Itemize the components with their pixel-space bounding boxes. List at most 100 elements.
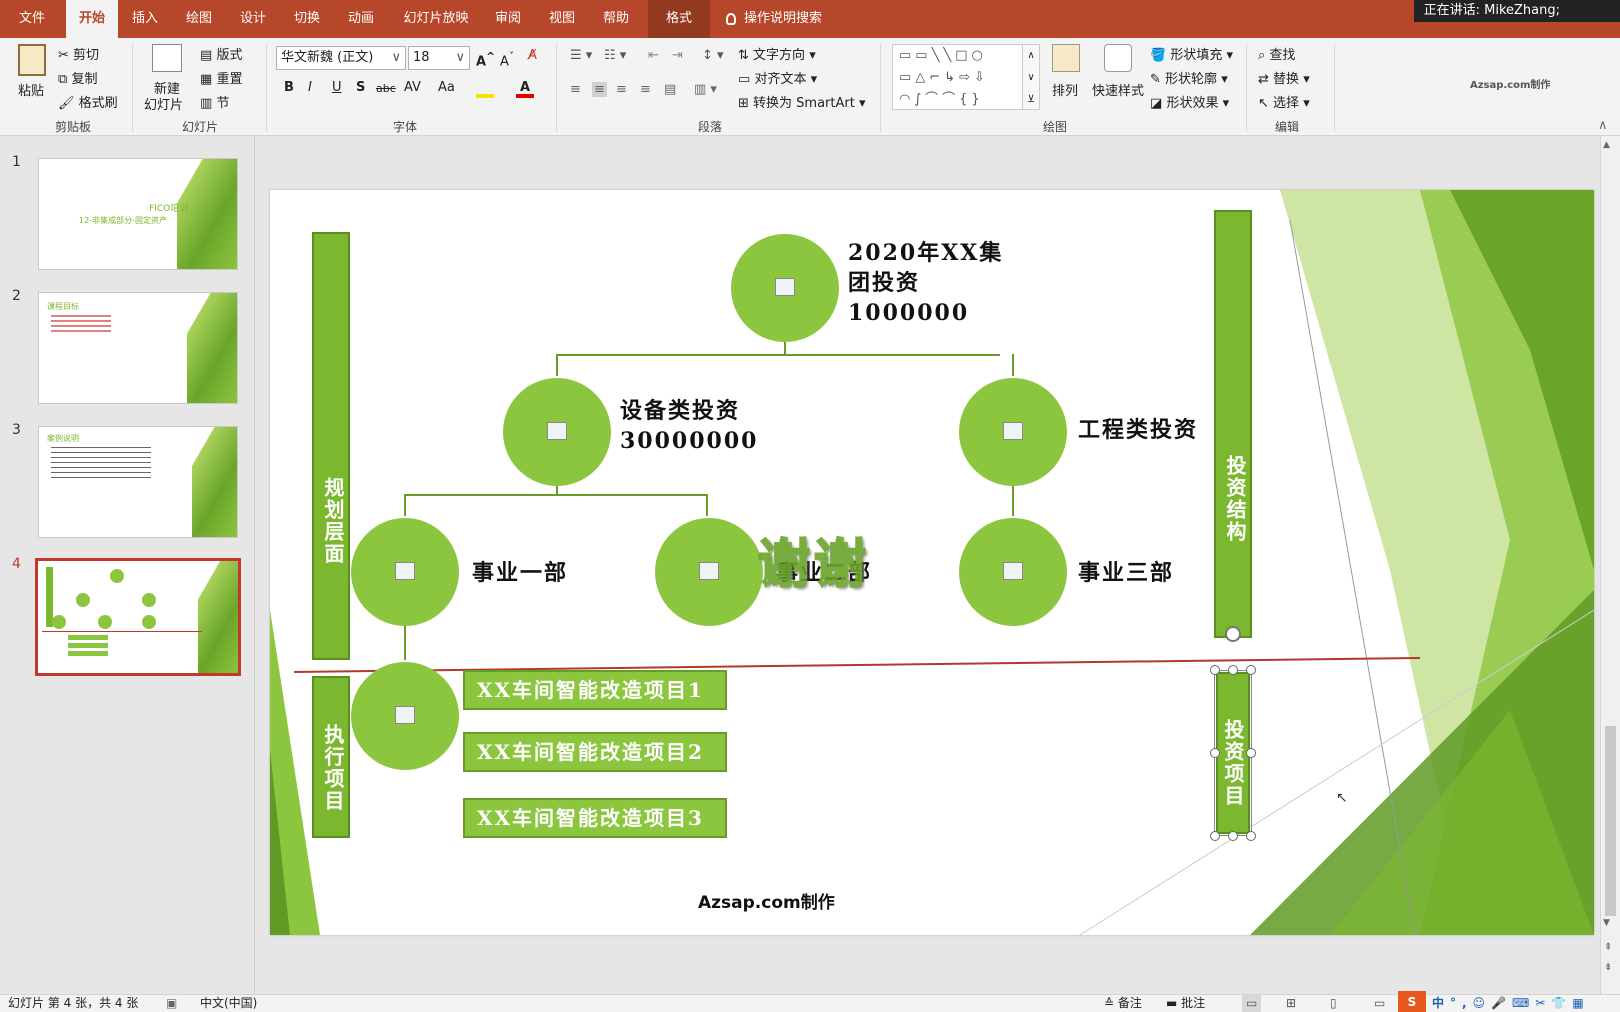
line-spacing-icon[interactable]: ↕ ▾ [702,48,724,63]
italic-button[interactable]: I [308,80,312,95]
org-node-execution[interactable] [351,662,459,770]
shadow-button[interactable]: S [356,80,365,95]
project-box-2[interactable]: XX车间智能改造项目2 [463,732,727,772]
tab-draw[interactable]: 绘图 [174,0,224,38]
tab-format[interactable]: 格式 [648,0,710,38]
notes-button[interactable]: ≙ 备注 [1104,995,1142,1012]
new-slide-label-2[interactable]: 幻灯片 [144,94,183,113]
planning-level-bar[interactable]: 规划层面 [312,232,350,660]
prev-slide-icon[interactable]: ⇞ [1604,942,1612,953]
numbering-icon[interactable]: ☷ ▾ [604,48,626,63]
font-color-icon[interactable]: A [516,81,534,98]
char-spacing-button[interactable]: AV [404,80,421,95]
justify-icon[interactable]: ≡ [640,82,651,97]
slide-thumbnail-1[interactable]: FICO培训 12-非集成部分-固定资产 [38,158,238,270]
project-box-1[interactable]: XX车间智能改造项目1 [463,670,727,710]
increase-indent-icon[interactable]: ⇥ [672,48,683,63]
strikethrough-button[interactable]: abc [376,82,396,95]
align-left-icon[interactable]: ≡ [570,82,581,97]
tab-help[interactable]: 帮助 [592,0,640,38]
org-node-equipment[interactable] [503,378,611,486]
org-node-dept2[interactable] [655,518,763,626]
resize-handle[interactable] [1246,665,1256,675]
shapes-gallery[interactable]: ▭▭╲╲□○ ▭△⌐↳⇨⇩ ◠∫⌒⌒{} [892,44,1032,110]
resize-handle[interactable] [1228,831,1238,841]
font-size-combo[interactable]: 18 ∨ [408,46,470,70]
org-node-dept1[interactable] [351,518,459,626]
org-node-root[interactable] [731,234,839,342]
tab-insert[interactable]: 插入 [120,0,170,38]
slide-thumbnail-2[interactable]: 课程目标 [38,292,238,404]
copy-button[interactable]: ⧉ 复制 [58,68,97,87]
tab-file[interactable]: 文件 [8,0,56,38]
slide-sorter-icon[interactable]: ⊞ [1286,995,1296,1012]
tab-review[interactable]: 审阅 [484,0,532,38]
ime-toolbar[interactable]: 中°,☺🎤⌨✂👕▦ [1432,995,1590,1012]
align-right-icon[interactable]: ≡ [616,82,627,97]
normal-view-icon[interactable]: ▭ [1242,995,1262,1012]
tab-home[interactable]: 开始 [66,0,118,38]
resize-handle[interactable] [1210,831,1220,841]
replace-button[interactable]: ⇄ 替换 ▾ [1258,68,1310,87]
shape-effects-button[interactable]: ◪ 形状效果 ▾ [1150,92,1229,111]
layout-button[interactable]: ▤ 版式 [200,44,242,63]
format-painter-button[interactable]: 🖌 格式刷 [58,92,118,111]
underline-button[interactable]: U [332,80,342,95]
resize-handle[interactable] [1210,665,1220,675]
highlight-icon[interactable] [476,82,494,98]
bold-button[interactable]: B [284,80,294,95]
next-slide-icon[interactable]: ⇟ [1604,962,1612,973]
org-node-dept3[interactable] [959,518,1067,626]
paste-button[interactable]: 粘贴 [18,80,44,99]
quick-styles-icon[interactable] [1104,44,1132,72]
distribute-icon[interactable]: ▤ [664,82,676,97]
collapse-ribbon-icon[interactable]: ∧ [1598,118,1608,133]
select-button[interactable]: ↖ 选择 ▾ [1258,92,1310,111]
language-indicator[interactable]: 中文(中国) [200,995,257,1012]
slide-thumbnail-4[interactable] [35,558,241,676]
find-button[interactable]: ⌕ 查找 [1258,44,1295,63]
tab-transitions[interactable]: 切换 [282,0,332,38]
resize-handle[interactable] [1228,665,1238,675]
investment-structure-bar[interactable]: 投资结构 [1214,210,1252,638]
bullets-icon[interactable]: ☰ ▾ [570,48,592,63]
slide-canvas[interactable]: 规划层面 执行项目 投资结构 投资项目 2020年XX集 团投资 1000000… [270,190,1594,935]
scroll-up-icon[interactable]: ▲ [1603,140,1610,150]
cut-button[interactable]: ✂ 剪切 [58,44,99,63]
scroll-down-icon[interactable]: ▼ [1603,918,1610,928]
paste-icon[interactable] [18,44,46,76]
spellcheck-icon[interactable]: ▣ [166,995,177,1012]
tab-animations[interactable]: 动画 [336,0,386,38]
scrollbar-thumb[interactable] [1605,726,1616,916]
tab-design[interactable]: 设计 [228,0,278,38]
align-text-button[interactable]: ▭ 对齐文本 ▾ [738,68,817,87]
shrink-font-button[interactable]: Aˇ [500,50,514,69]
vertical-scrollbar[interactable]: ▲ ▼ ⇞ ⇟ [1600,136,1620,994]
ime-logo-icon[interactable]: S [1398,991,1426,1012]
reset-button[interactable]: ▦ 重置 [200,68,242,87]
shape-fill-button[interactable]: 🪣 形状填充 ▾ [1150,44,1233,63]
change-case-button[interactable]: Aa [438,80,455,95]
resize-handle[interactable] [1246,831,1256,841]
clear-format-icon[interactable]: A̸ [528,48,537,63]
arrange-icon[interactable] [1052,44,1080,72]
font-family-combo[interactable]: 华文新魏 (正文) ∨ [276,46,406,70]
reading-view-icon[interactable]: ▯ [1330,995,1337,1012]
grow-font-button[interactable]: A^ [476,50,495,69]
quick-styles-button[interactable]: 快速样式 [1092,80,1144,99]
section-button[interactable]: ▥ 节 [200,92,229,111]
thanks-wordart[interactable]: 谢谢 [757,522,870,597]
org-node-engineering[interactable] [959,378,1067,486]
arrange-button[interactable]: 排列 [1052,80,1078,99]
resize-handle[interactable] [1210,748,1220,758]
shapes-gallery-scroll[interactable]: ∧ ∨ ⊻ [1022,44,1040,110]
execution-projects-bar[interactable]: 执行项目 [312,676,350,838]
comments-button[interactable]: ▬ 批注 [1166,995,1205,1012]
tab-slideshow[interactable]: 幻灯片放映 [392,0,480,38]
decrease-indent-icon[interactable]: ⇤ [648,48,659,63]
new-slide-icon[interactable] [152,44,182,72]
slide-thumbnail-3[interactable]: 案例说明 [38,426,238,538]
project-box-3[interactable]: XX车间智能改造项目3 [463,798,727,838]
columns-icon[interactable]: ▥ ▾ [694,82,717,97]
convert-smartart-button[interactable]: ⊞ 转换为 SmartArt ▾ [738,92,866,111]
